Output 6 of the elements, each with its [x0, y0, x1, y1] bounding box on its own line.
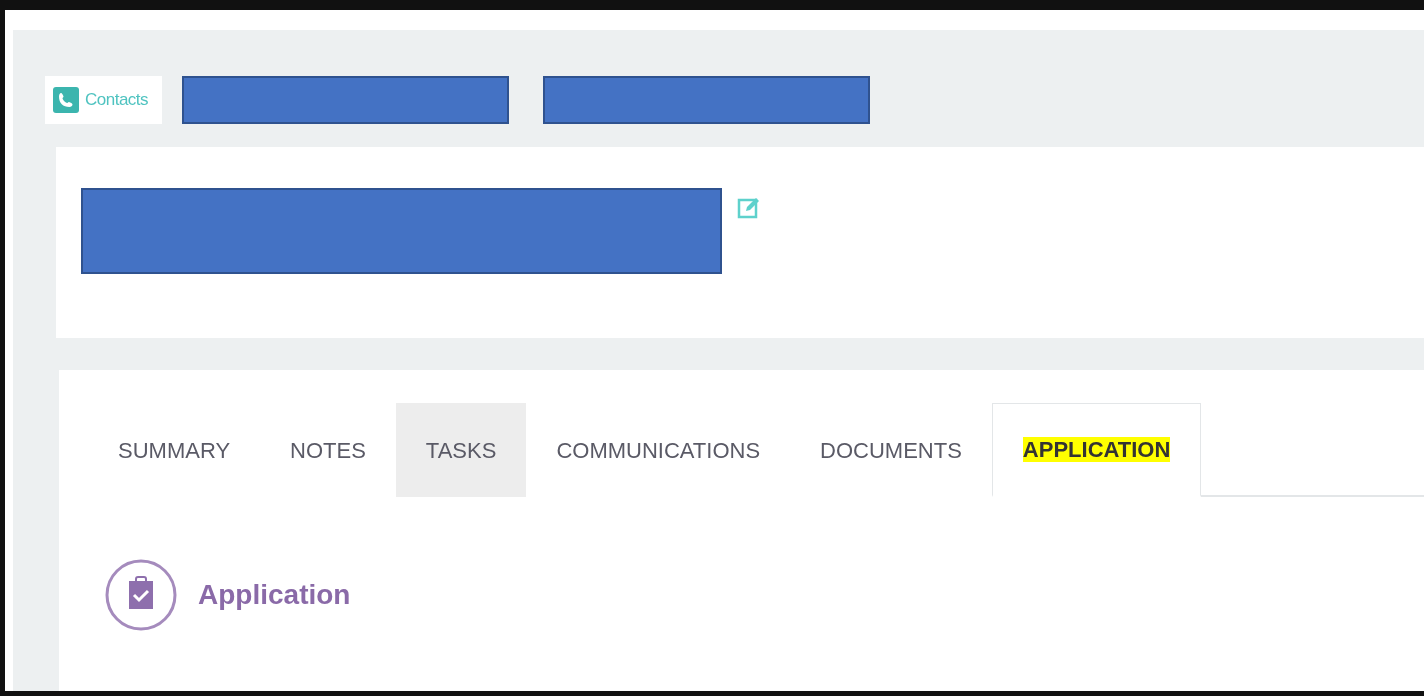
clipboard-check-icon: [105, 557, 177, 633]
phone-icon: [53, 87, 79, 113]
section-title: Application: [198, 578, 351, 612]
tab[interactable]: TASKS: [395, 403, 527, 497]
tab[interactable]: APPLICATION: [991, 403, 1202, 497]
edit-icon[interactable]: [737, 196, 761, 220]
